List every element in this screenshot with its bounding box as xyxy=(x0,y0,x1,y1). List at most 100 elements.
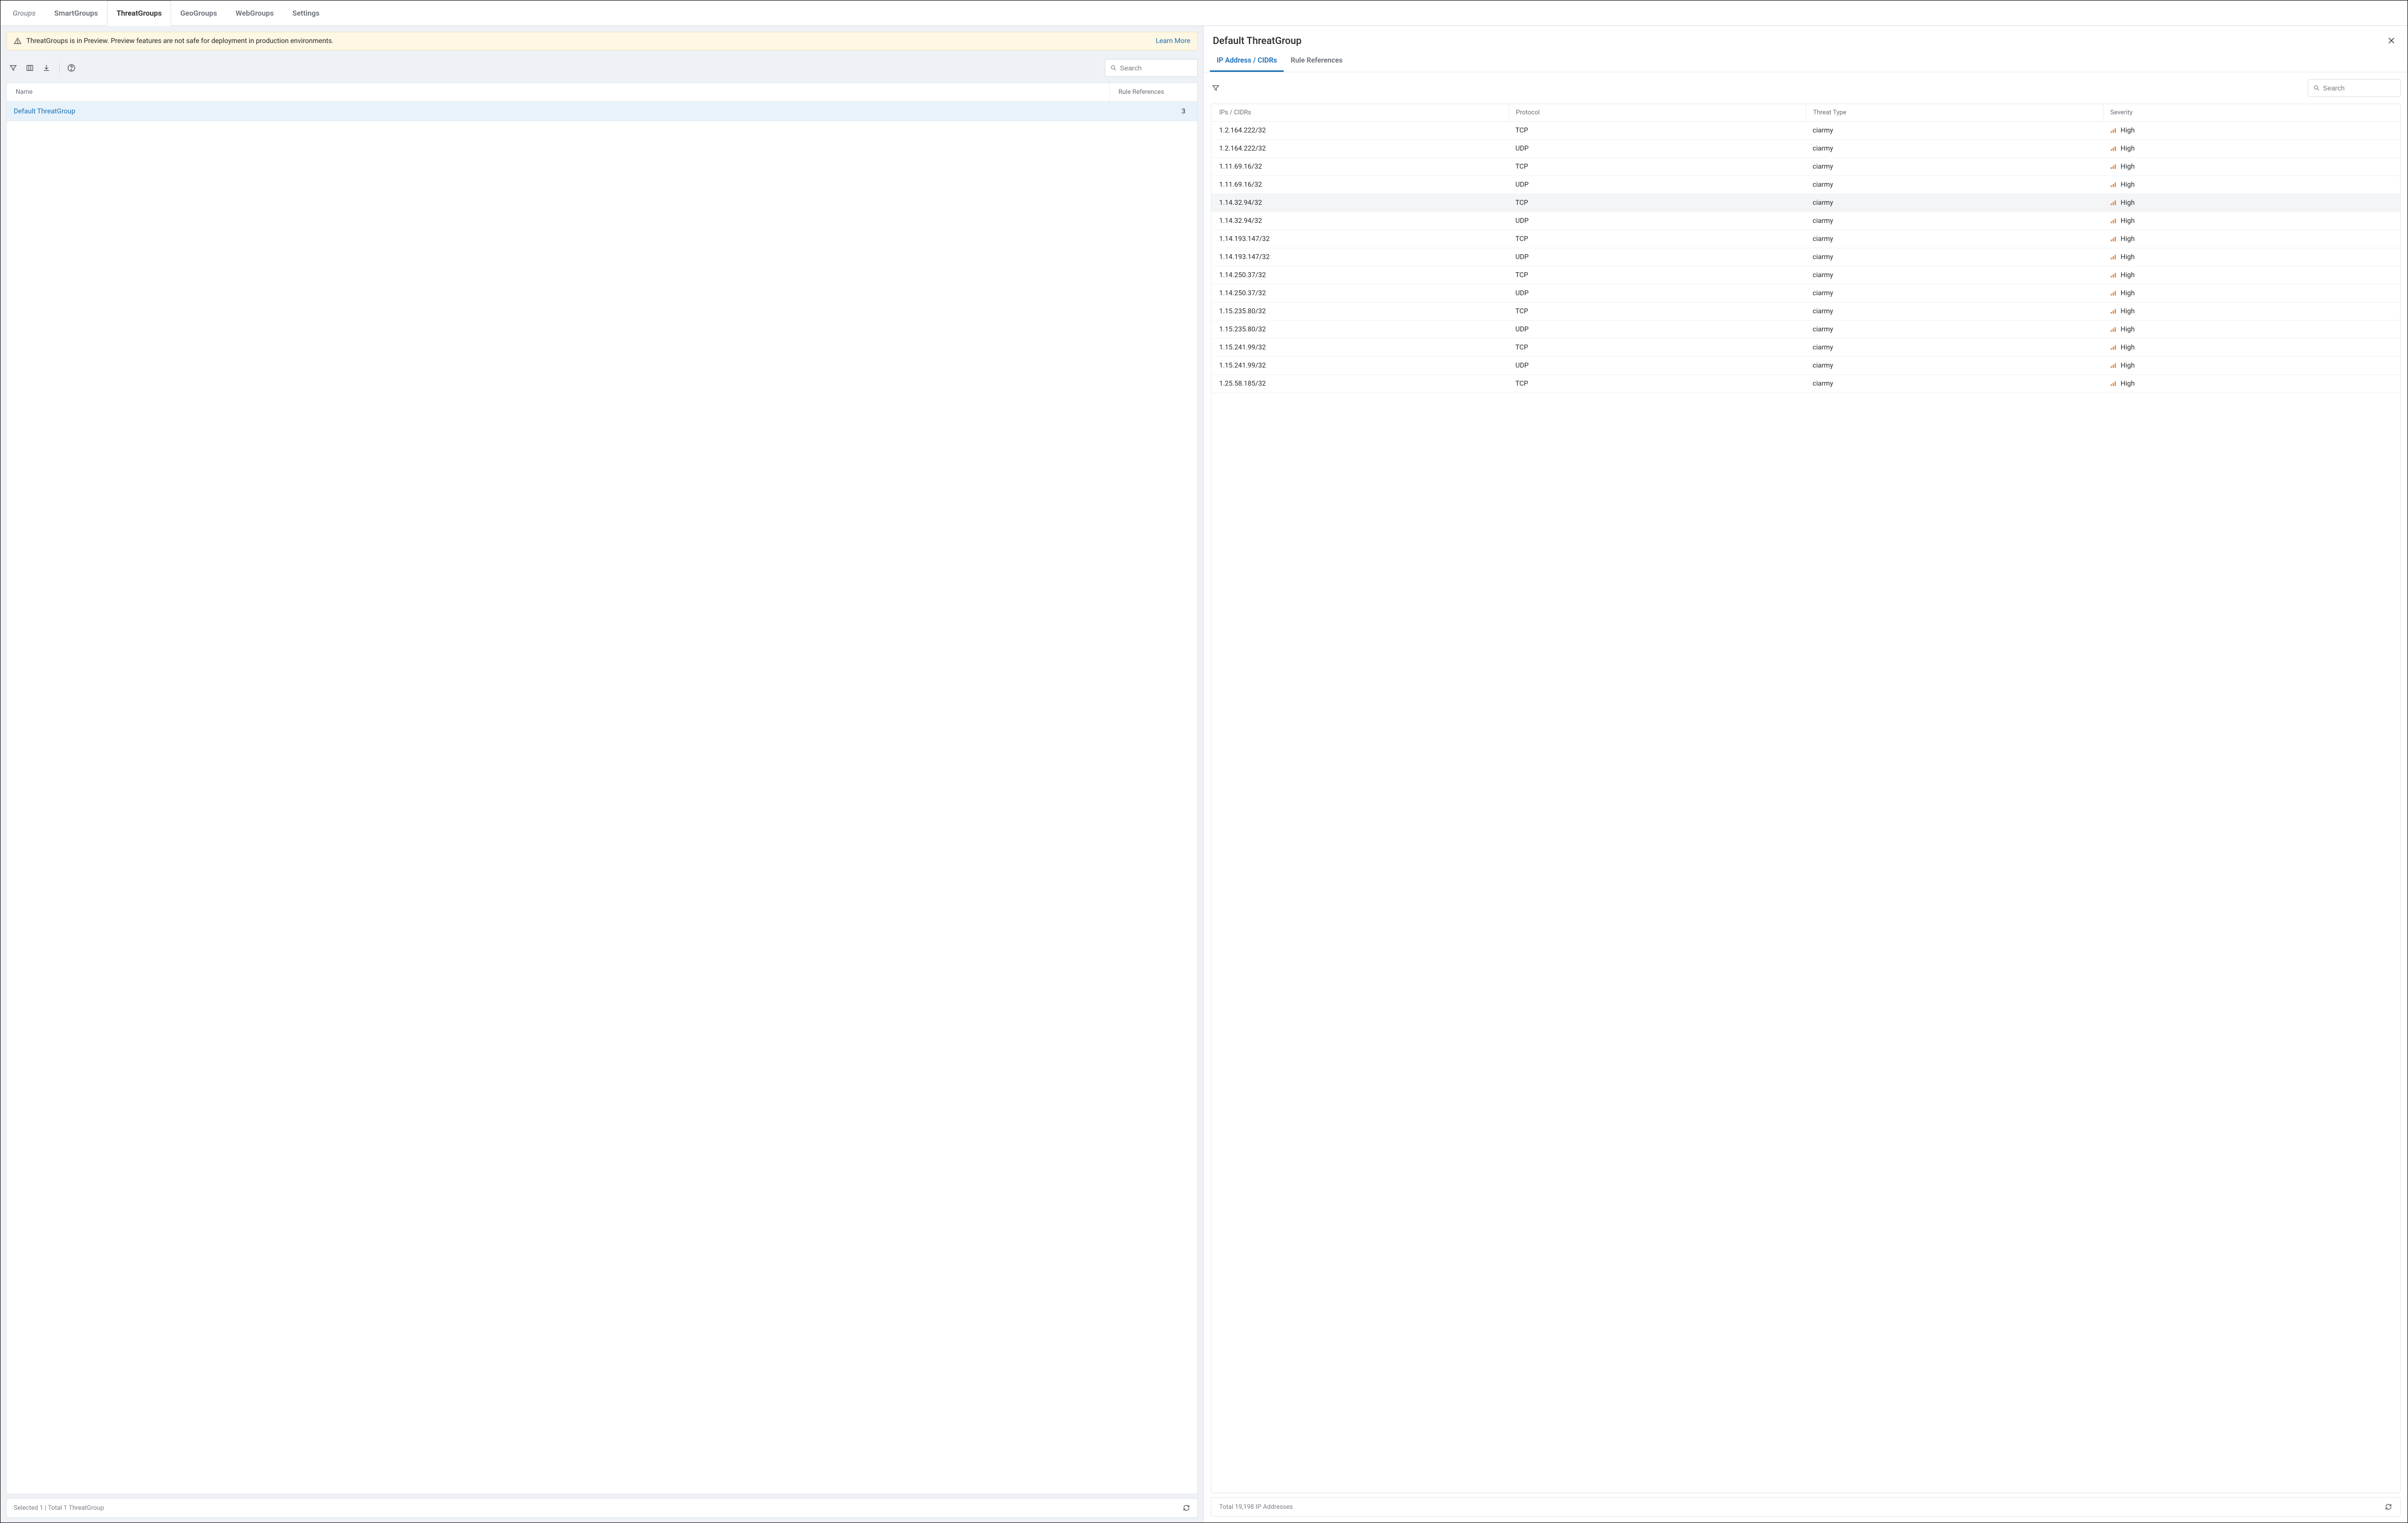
table-row[interactable]: 1.15.241.99/32UDPciarmyHigh xyxy=(1211,357,2400,375)
col-rule-references[interactable]: Rule References xyxy=(1109,83,1197,101)
cell-protocol: UDP xyxy=(1509,362,1806,370)
table-row[interactable]: 1.14.32.94/32UDPciarmyHigh xyxy=(1211,212,2400,230)
detail-footer: Total 19,198 IP Addresses xyxy=(1211,1497,2401,1517)
threatgroup-name-link[interactable]: Default ThreatGroup xyxy=(7,108,1109,115)
table-row[interactable]: 1.14.250.37/32UDPciarmyHigh xyxy=(1211,284,2400,303)
tab-settings[interactable]: Settings xyxy=(283,0,329,25)
cell-protocol: UDP xyxy=(1509,181,1806,189)
banner-text: ThreatGroups is in Preview. Preview feat… xyxy=(26,37,334,45)
detail-tabs: IP Address / CIDRs Rule References xyxy=(1204,50,2408,72)
cell-threat-type: ciarmy xyxy=(1806,289,2103,297)
tab-smartgroups[interactable]: SmartGroups xyxy=(45,0,107,25)
tab-geogroups[interactable]: GeoGroups xyxy=(171,0,226,25)
ip-table: IPs / CIDRs Protocol Threat Type Severit… xyxy=(1211,104,2401,1493)
table-row[interactable]: 1.14.32.94/32TCPciarmyHigh xyxy=(1211,194,2400,212)
table-row[interactable]: 1.15.235.80/32UDPciarmyHigh xyxy=(1211,321,2400,339)
preview-banner: ThreatGroups is in Preview. Preview feat… xyxy=(6,32,1198,50)
cell-threat-type: ciarmy xyxy=(1806,235,2103,243)
cell-threat-type: ciarmy xyxy=(1806,362,2103,370)
cell-severity: High xyxy=(2103,127,2400,134)
severity-bars-icon xyxy=(2110,199,2117,206)
detail-footer-text: Total 19,198 IP Addresses xyxy=(1219,1503,1293,1511)
cell-protocol: UDP xyxy=(1509,326,1806,333)
rule-ref-count: 3 xyxy=(1109,108,1197,115)
table-row[interactable]: 1.14.193.147/32UDPciarmyHigh xyxy=(1211,248,2400,266)
cell-ip: 1.14.193.147/32 xyxy=(1211,235,1509,243)
cell-ip: 1.14.193.147/32 xyxy=(1211,253,1509,261)
severity-bars-icon xyxy=(2110,218,2117,224)
filter-icon[interactable] xyxy=(1212,84,1220,92)
cell-protocol: TCP xyxy=(1509,344,1806,351)
threatgroups-table-head: Name Rule References xyxy=(7,83,1197,102)
severity-bars-icon xyxy=(2110,236,2117,242)
detail-header: Default ThreatGroup xyxy=(1204,26,2408,50)
cell-ip: 1.2.164.222/32 xyxy=(1211,145,1509,152)
left-search[interactable] xyxy=(1105,59,1198,77)
cell-protocol: TCP xyxy=(1509,127,1806,134)
cell-protocol: TCP xyxy=(1509,271,1806,279)
col-protocol[interactable]: Protocol xyxy=(1509,104,1806,121)
cell-severity: High xyxy=(2103,145,2400,152)
cell-severity: High xyxy=(2103,181,2400,189)
cell-protocol: TCP xyxy=(1509,307,1806,315)
tab-rule-references[interactable]: Rule References xyxy=(1284,50,1349,72)
detail-search[interactable] xyxy=(2308,79,2401,97)
cell-severity: High xyxy=(2103,271,2400,279)
columns-icon[interactable] xyxy=(23,61,37,75)
left-search-input[interactable] xyxy=(1120,64,1208,72)
severity-bars-icon xyxy=(2110,308,2117,315)
search-icon xyxy=(2313,85,2320,91)
severity-bars-icon xyxy=(2110,145,2117,152)
table-row[interactable]: Default ThreatGroup3 xyxy=(7,102,1197,121)
cell-severity: High xyxy=(2103,235,2400,243)
cell-protocol: UDP xyxy=(1509,145,1806,152)
cell-threat-type: ciarmy xyxy=(1806,199,2103,207)
warning-icon xyxy=(14,37,22,45)
close-icon[interactable] xyxy=(2387,36,2396,45)
table-row[interactable]: 1.25.58.185/32TCPciarmyHigh xyxy=(1211,375,2400,393)
cell-severity: High xyxy=(2103,344,2400,351)
tab-webgroups[interactable]: WebGroups xyxy=(226,0,283,25)
table-row[interactable]: 1.2.164.222/32TCPciarmyHigh xyxy=(1211,122,2400,140)
refresh-icon[interactable] xyxy=(1182,1504,1190,1512)
detail-search-input[interactable] xyxy=(2323,84,2408,92)
cell-threat-type: ciarmy xyxy=(1806,163,2103,171)
col-ips-cidrs[interactable]: IPs / CIDRs xyxy=(1211,104,1509,121)
severity-bars-icon xyxy=(2110,380,2117,387)
filter-icon[interactable] xyxy=(6,61,20,75)
tab-ip-cidrs[interactable]: IP Address / CIDRs xyxy=(1210,50,1284,72)
cell-threat-type: ciarmy xyxy=(1806,307,2103,315)
refresh-icon[interactable] xyxy=(2385,1503,2392,1511)
cell-threat-type: ciarmy xyxy=(1806,217,2103,225)
table-row[interactable]: 1.14.250.37/32TCPciarmyHigh xyxy=(1211,266,2400,284)
cell-ip: 1.11.69.16/32 xyxy=(1211,163,1509,171)
cell-protocol: TCP xyxy=(1509,380,1806,388)
col-name[interactable]: Name xyxy=(7,88,1109,96)
cell-severity: High xyxy=(2103,253,2400,261)
tab-groups[interactable]: Groups xyxy=(3,0,45,25)
help-icon[interactable] xyxy=(65,61,78,75)
table-row[interactable]: 1.15.241.99/32TCPciarmyHigh xyxy=(1211,339,2400,357)
cell-severity: High xyxy=(2103,199,2400,207)
table-row[interactable]: 1.11.69.16/32TCPciarmyHigh xyxy=(1211,158,2400,176)
learn-more-link[interactable]: Learn More xyxy=(1156,37,1190,45)
severity-bars-icon xyxy=(2110,344,2117,351)
search-icon xyxy=(1110,65,1117,71)
cell-protocol: UDP xyxy=(1509,253,1806,261)
severity-bars-icon xyxy=(2110,272,2117,279)
table-row[interactable]: 1.11.69.16/32UDPciarmyHigh xyxy=(1211,176,2400,194)
table-row[interactable]: 1.14.193.147/32TCPciarmyHigh xyxy=(1211,230,2400,248)
cell-threat-type: ciarmy xyxy=(1806,181,2103,189)
tab-threatgroups[interactable]: ThreatGroups xyxy=(107,0,171,26)
severity-bars-icon xyxy=(2110,127,2117,134)
download-icon[interactable] xyxy=(40,61,53,75)
col-severity[interactable]: Severity xyxy=(2103,104,2400,121)
toolbar-separator xyxy=(59,63,60,73)
cell-ip: 1.15.241.99/32 xyxy=(1211,344,1509,351)
cell-ip: 1.15.235.80/32 xyxy=(1211,307,1509,315)
col-threat-type[interactable]: Threat Type xyxy=(1806,104,2103,121)
table-row[interactable]: 1.15.235.80/32TCPciarmyHigh xyxy=(1211,303,2400,321)
severity-bars-icon xyxy=(2110,163,2117,170)
table-row[interactable]: 1.2.164.222/32UDPciarmyHigh xyxy=(1211,140,2400,158)
cell-threat-type: ciarmy xyxy=(1806,127,2103,134)
